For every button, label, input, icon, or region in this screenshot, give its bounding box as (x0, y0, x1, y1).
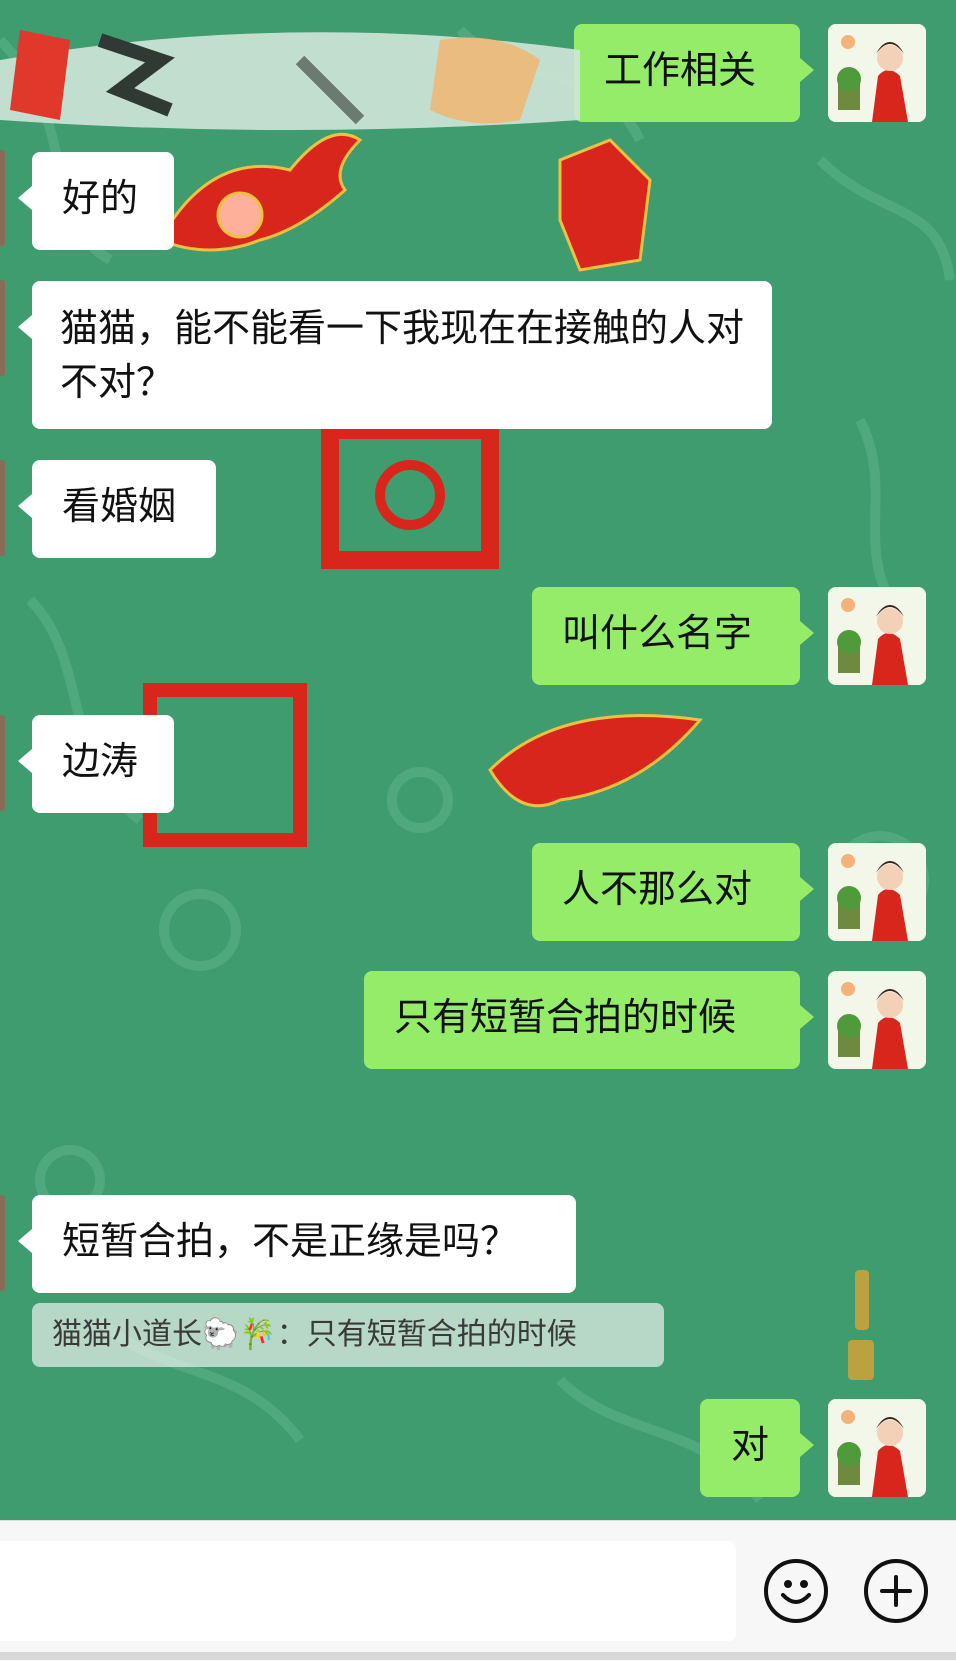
plus-circle-icon (880, 1575, 912, 1607)
emoji-button[interactable] (764, 1559, 828, 1623)
add-button[interactable] (864, 1559, 928, 1623)
avatar-portrait-icon (828, 587, 926, 685)
contact-avatar-edge[interactable] (0, 280, 5, 376)
user-avatar[interactable] (828, 587, 926, 685)
message-bubble-left[interactable]: 好的 (18, 152, 174, 250)
message-input[interactable] (0, 1541, 736, 1641)
contact-avatar-edge[interactable] (0, 460, 5, 556)
user-avatar[interactable] (828, 1399, 926, 1497)
message-bubble-left[interactable]: 看婚姻 (18, 460, 216, 558)
redacted-scribble (0, 30, 580, 130)
quoted-message[interactable]: 猫猫小道长🐑🎋：只有短暂合拍的时候 (32, 1303, 664, 1367)
avatar-portrait-icon (828, 1399, 926, 1497)
message-bubble-left[interactable]: 猫猫，能不能看一下我现在在接触的人对不对？ (18, 281, 772, 429)
contact-avatar-edge[interactable] (0, 1195, 5, 1291)
quote-sender: 猫猫小道长🐑🎋 (52, 1317, 277, 1352)
message-bubble-right[interactable]: 只有短暂合拍的时候 (364, 971, 814, 1069)
message-bubble-left[interactable]: 短暂合拍，不是正缘是吗？ (18, 1195, 576, 1293)
avatar-portrait-icon (828, 843, 926, 941)
chat-background: 工作相关 好的 猫猫，能不能看一下我现在在接触的人对不对？ 看婚姻 叫什么名字 (0, 0, 956, 1520)
user-avatar[interactable] (828, 843, 926, 941)
avatar-portrait-icon (828, 971, 926, 1069)
user-avatar[interactable] (828, 971, 926, 1069)
quote-separator: ： (276, 1317, 307, 1352)
message-bubble-right[interactable]: 对 (700, 1399, 814, 1497)
message-bubble-left[interactable]: 边涛 (18, 715, 174, 813)
message-bubble-right[interactable]: 工作相关 (574, 24, 814, 122)
message-bubble-right[interactable]: 叫什么名字 (532, 587, 814, 685)
input-bar (0, 1520, 956, 1661)
user-avatar[interactable] (828, 24, 926, 122)
bottom-divider (0, 1652, 956, 1660)
message-bubble-right[interactable]: 人不那么对 (532, 843, 814, 941)
avatar-portrait-icon (828, 24, 926, 122)
emoji-face-icon (781, 1580, 811, 1604)
contact-avatar-edge[interactable] (0, 150, 5, 246)
quote-text: 只有短暂合拍的时候 (306, 1317, 577, 1352)
contact-avatar-edge[interactable] (0, 715, 5, 811)
